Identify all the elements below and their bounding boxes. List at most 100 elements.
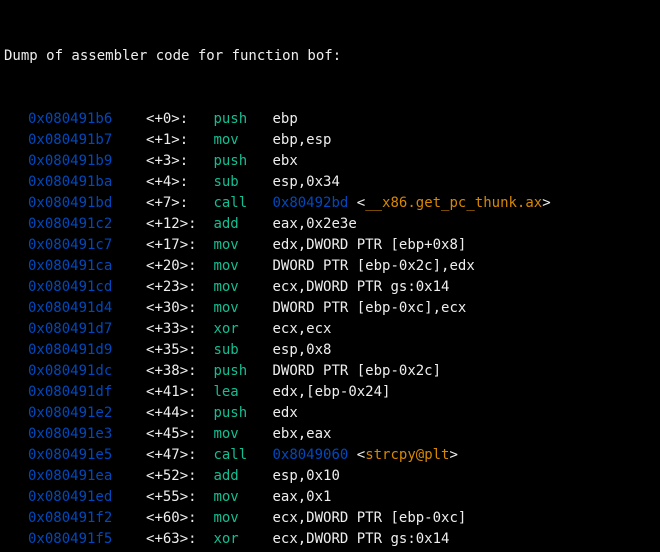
instruction-mnemonic: call: [213, 447, 272, 463]
instruction-row: 0x080491ba <+4>: sub esp,0x34: [4, 172, 656, 193]
disassembly-dump: Dump of assembler code for function bof:…: [0, 0, 660, 552]
instruction-mnemonic: add: [213, 468, 272, 484]
instruction-offset: <+30>:: [146, 300, 213, 316]
instruction-address: 0x080491ca: [28, 258, 146, 274]
instruction-address: 0x080491f5: [28, 531, 146, 547]
instruction-mnemonic: mov: [213, 258, 272, 274]
instruction-row: 0x080491b7 <+1>: mov ebp,esp: [4, 130, 656, 151]
instruction-offset: <+3>:: [146, 153, 213, 169]
instruction-mnemonic: mov: [213, 489, 272, 505]
instruction-address: 0x080491cd: [28, 279, 146, 295]
instruction-offset: <+63>:: [146, 531, 213, 547]
angle-bracket-open: <: [357, 447, 365, 463]
instruction-operands: edx: [272, 405, 297, 421]
instruction-list: 0x080491b6 <+0>: push ebp 0x080491b7 <+1…: [4, 109, 656, 552]
instruction-mnemonic: mov: [213, 300, 272, 316]
instruction-operands: ebx: [272, 153, 297, 169]
instruction-mnemonic: add: [213, 216, 272, 232]
instruction-row: 0x080491d9 <+35>: sub esp,0x8: [4, 340, 656, 361]
branch-target-address: 0x8049060: [272, 447, 356, 463]
instruction-offset: <+33>:: [146, 321, 213, 337]
indent: [4, 193, 28, 214]
indent: [4, 508, 28, 529]
instruction-row: 0x080491d7 <+33>: xor ecx,ecx: [4, 319, 656, 340]
instruction-offset: <+12>:: [146, 216, 213, 232]
instruction-mnemonic: mov: [213, 132, 272, 148]
instruction-address: 0x080491b9: [28, 153, 146, 169]
instruction-address: 0x080491dc: [28, 363, 146, 379]
instruction-mnemonic: lea: [213, 384, 272, 400]
instruction-mnemonic: mov: [213, 237, 272, 253]
instruction-mnemonic: push: [213, 405, 272, 421]
indent: [4, 340, 28, 361]
angle-bracket-close: >: [450, 447, 458, 463]
instruction-mnemonic: sub: [213, 174, 272, 190]
instruction-offset: <+20>:: [146, 258, 213, 274]
indent: [4, 277, 28, 298]
indent: [4, 529, 28, 550]
instruction-operands: DWORD PTR [ebp-0xc],ecx: [272, 300, 466, 316]
instruction-mnemonic: mov: [213, 426, 272, 442]
instruction-mnemonic: push: [213, 153, 272, 169]
instruction-address: 0x080491c2: [28, 216, 146, 232]
instruction-row: 0x080491df <+41>: lea edx,[ebp-0x24]: [4, 382, 656, 403]
instruction-operands: esp,0x34: [272, 174, 339, 190]
instruction-operands: DWORD PTR [ebp-0x2c]: [272, 363, 441, 379]
indent: [4, 445, 28, 466]
indent: [4, 382, 28, 403]
instruction-address: 0x080491e2: [28, 405, 146, 421]
instruction-offset: <+44>:: [146, 405, 213, 421]
instruction-offset: <+1>:: [146, 132, 213, 148]
indent: [4, 361, 28, 382]
indent: [4, 487, 28, 508]
instruction-address: 0x080491f2: [28, 510, 146, 526]
branch-target-symbol: __x86.get_pc_thunk.ax: [365, 195, 542, 211]
instruction-offset: <+38>:: [146, 363, 213, 379]
instruction-address: 0x080491ea: [28, 468, 146, 484]
instruction-mnemonic: xor: [213, 531, 272, 547]
instruction-operands: esp,0x10: [272, 468, 339, 484]
instruction-row: 0x080491f2 <+60>: mov ecx,DWORD PTR [ebp…: [4, 508, 656, 529]
indent: [4, 109, 28, 130]
instruction-offset: <+41>:: [146, 384, 213, 400]
instruction-mnemonic: xor: [213, 321, 272, 337]
indent: [4, 403, 28, 424]
indent: [4, 214, 28, 235]
instruction-mnemonic: sub: [213, 342, 272, 358]
instruction-offset: <+7>:: [146, 195, 213, 211]
instruction-offset: <+45>:: [146, 426, 213, 442]
instruction-row: 0x080491d4 <+30>: mov DWORD PTR [ebp-0xc…: [4, 298, 656, 319]
instruction-address: 0x080491c7: [28, 237, 146, 253]
instruction-operands: DWORD PTR [ebp-0x2c],edx: [272, 258, 474, 274]
instruction-address: 0x080491ed: [28, 489, 146, 505]
angle-bracket-open: <: [357, 195, 365, 211]
indent: [4, 151, 28, 172]
instruction-address: 0x080491e5: [28, 447, 146, 463]
instruction-row: 0x080491b9 <+3>: push ebx: [4, 151, 656, 172]
instruction-operands: edx,DWORD PTR [ebp+0x8]: [272, 237, 466, 253]
instruction-mnemonic: mov: [213, 510, 272, 526]
instruction-address: 0x080491df: [28, 384, 146, 400]
instruction-row: 0x080491c2 <+12>: add eax,0x2e3e: [4, 214, 656, 235]
instruction-row: 0x080491cd <+23>: mov ecx,DWORD PTR gs:0…: [4, 277, 656, 298]
instruction-address: 0x080491d4: [28, 300, 146, 316]
instruction-offset: <+23>:: [146, 279, 213, 295]
instruction-address: 0x080491e3: [28, 426, 146, 442]
instruction-row: 0x080491e2 <+44>: push edx: [4, 403, 656, 424]
instruction-address: 0x080491bd: [28, 195, 146, 211]
instruction-offset: <+52>:: [146, 468, 213, 484]
indent: [4, 298, 28, 319]
indent: [4, 466, 28, 487]
instruction-operands: ecx,DWORD PTR gs:0x14: [272, 279, 449, 295]
instruction-address: 0x080491b6: [28, 111, 146, 127]
instruction-operands: ecx,DWORD PTR gs:0x14: [272, 531, 449, 547]
instruction-mnemonic: push: [213, 111, 272, 127]
instruction-offset: <+17>:: [146, 237, 213, 253]
instruction-operands: eax,0x1: [272, 489, 331, 505]
instruction-row: 0x080491e5 <+47>: call 0x8049060 <strcpy…: [4, 445, 656, 466]
instruction-operands: eax,0x2e3e: [272, 216, 356, 232]
instruction-operands: ebp,esp: [272, 132, 331, 148]
dump-header: Dump of assembler code for function bof:: [4, 46, 656, 67]
branch-target-address: 0x80492bd: [272, 195, 356, 211]
indent: [4, 424, 28, 445]
